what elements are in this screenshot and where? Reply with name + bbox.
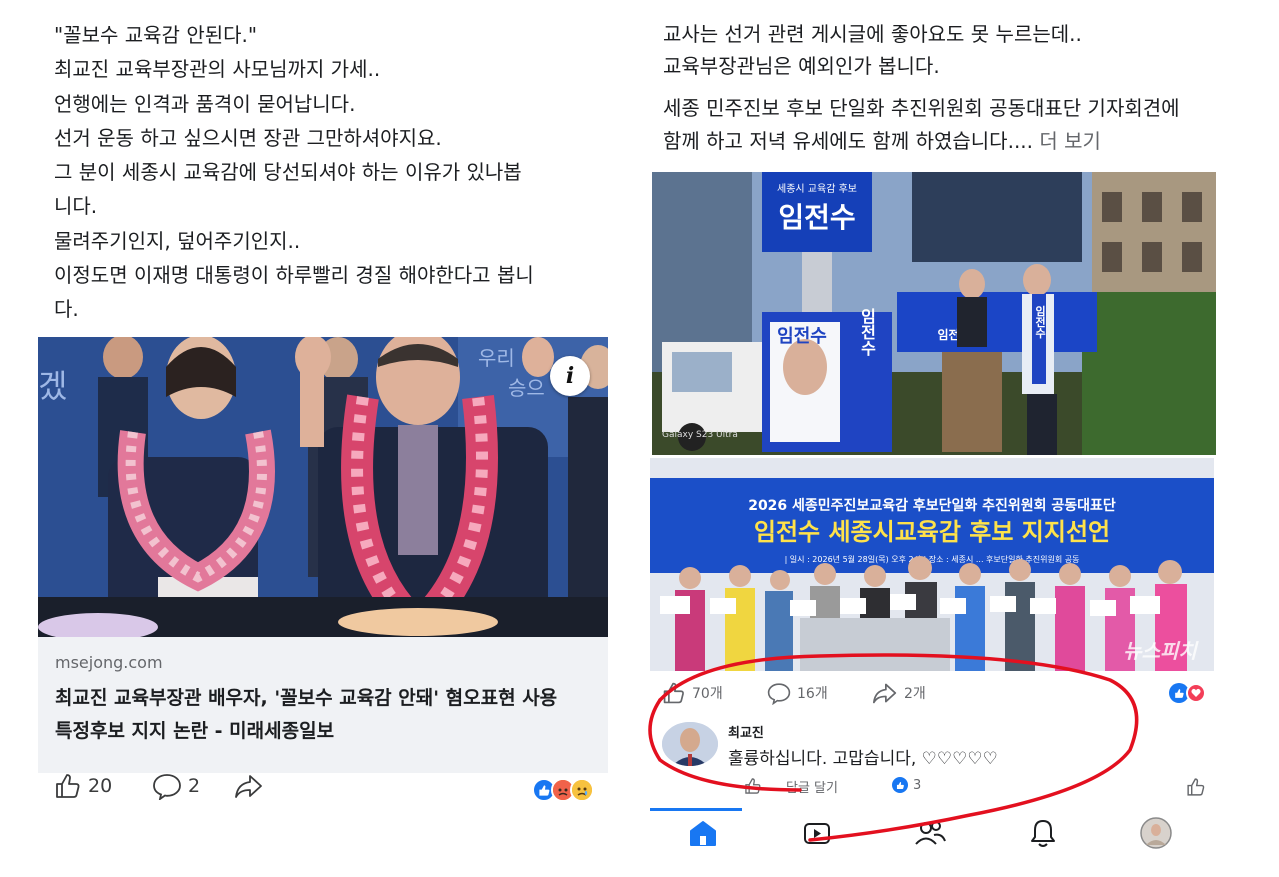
link-preview-photo[interactable]: 우리 어 겠 승으 i [38, 337, 608, 637]
shared-post-text: 세종 민주진보 후보 단일화 추진위원회 공동대표단 기자회견에 함께 하고 저… [663, 92, 1180, 158]
post-text-line: 함께 하고 저녁 유세에도 함께 하였습니다.... 더 보기 [663, 125, 1180, 158]
share-button[interactable]: 2개 [872, 681, 926, 705]
love-icon [1186, 683, 1206, 703]
post-text-line: 물려주기인지, 덮어주기인지.. [54, 228, 301, 253]
reaction-count: 3 [913, 777, 922, 793]
comment-reaction-count[interactable]: 3 [892, 777, 921, 793]
comment-text: 훌륭하십니다. 고맙습니다, ♡♡♡♡♡ [728, 749, 998, 769]
friends-icon[interactable] [910, 816, 950, 850]
post-text-line: 교육부장관님은 예외인가 봅니다. [663, 54, 940, 78]
post-text-line: 선거 운동 하고 싶으시면 장관 그만하셔야지요. [54, 125, 442, 150]
sign-text: 승으 [508, 376, 545, 400]
post-text: 교사는 선거 관련 게시글에 좋아요도 못 누르는데.. 교육부장관님은 예외인… [663, 18, 1082, 82]
bell-icon[interactable] [1023, 816, 1063, 850]
sign-text: 겠 [38, 367, 67, 405]
link-title-line: 최교진 교육부장관 배우자, '꼴보수 교육감 안돼' 혐오표현 사용 [55, 687, 558, 709]
bottom-nav [650, 808, 1214, 858]
press-conference-photo[interactable]: 2026 세종민주진보교육감 후보단일화 추진위원회 공동대표단 임전수 세종시… [650, 458, 1214, 671]
comment-meta: 답글 달기 3 [662, 775, 1210, 801]
truck-name: 임전수 [777, 326, 827, 347]
celebration-photo: 우리 어 겠 승으 [38, 337, 608, 637]
comment-button[interactable]: 2 [152, 772, 200, 800]
like-count: 70개 [692, 686, 723, 702]
like-icon [892, 777, 908, 793]
left-post: "꼴보수 교육감 안된다." 최교진 교육부장관의 사모님까지 가세.. 언행에… [38, 18, 608, 773]
profile-avatar[interactable] [1136, 816, 1176, 850]
comment-count: 16개 [797, 686, 828, 702]
share-button[interactable] [234, 772, 264, 800]
post-text-line: 언행에는 인격과 품격이 묻어납니다. [54, 91, 356, 116]
reaction-summary[interactable] [532, 778, 594, 802]
link-title[interactable]: 최교진 교육부장관 배우자, '꼴보수 교육감 안돼' 혐오표현 사용 특정후보… [55, 682, 600, 748]
post-text-line: 교사는 선거 관련 게시글에 좋아요도 못 누르는데.. [663, 22, 1082, 46]
reply-button[interactable]: 답글 달기 [786, 777, 838, 796]
link-domain: msejong.com [55, 653, 163, 672]
comment-count: 2 [188, 775, 201, 797]
sign-caption: 세종시 교육감 후보 [777, 183, 857, 195]
sign-name: 임전수 [778, 201, 855, 234]
comment: 최교진 훌륭하십니다. 고맙습니다, ♡♡♡♡♡ [662, 720, 1202, 780]
commenter-avatar[interactable] [662, 722, 718, 766]
comment-like-button[interactable] [744, 777, 762, 795]
sad-icon [570, 778, 594, 802]
home-icon[interactable] [683, 816, 723, 850]
see-more-link[interactable]: 더 보기 [1039, 129, 1101, 153]
comment-button[interactable]: 16개 [767, 681, 828, 705]
press-conference-image: 2026 세종민주진보교육감 후보단일화 추진위원회 공동대표단 임전수 세종시… [650, 458, 1214, 671]
post-text-line: 니다. [54, 194, 98, 219]
info-icon[interactable]: i [550, 356, 590, 396]
campaign-photo[interactable]: 세종시 교육감 후보 임전수 임전수 임전수 임전수 임전수 Galaxy S2… [652, 172, 1216, 455]
photo-watermark: Galaxy S23 Ultra [662, 430, 738, 440]
photo-watermark: 뉴스피치 [1123, 639, 1199, 663]
right-post: 교사는 선거 관련 게시글에 좋아요도 못 누르는데.. 교육부장관님은 예외인… [650, 18, 1218, 868]
video-icon[interactable] [797, 816, 837, 850]
thumbs-up-icon [1187, 778, 1205, 796]
post-text-line: 세종 민주진보 후보 단일화 추진위원회 공동대표단 기자회견에 [663, 96, 1180, 120]
share-icon [872, 683, 897, 704]
post-text-line: 그 분이 세종시 교육감에 당선되셔야 하는 이유가 있나봅 [54, 160, 522, 185]
post-text-line: "꼴보수 교육감 안된다." [54, 23, 258, 47]
link-title-line: 특정후보 지지 논란 - 미래세종일보 [55, 720, 335, 742]
post-text-line: 최교진 교육부장관의 사모님까지 가세.. [54, 57, 381, 82]
thumbs-up-icon [745, 778, 761, 794]
link-preview-card[interactable]: 우리 어 겠 승으 i msejong.com 최교진 교육부장관 배우자, '… [38, 337, 608, 773]
banner-line2: 임전수 세종시교육감 후보 지지선언 [754, 518, 1110, 546]
active-tab-indicator [650, 808, 742, 811]
post-text: "꼴보수 교육감 안된다." 최교진 교육부장관의 사모님까지 가세.. 언행에… [38, 18, 608, 327]
comment-icon [153, 774, 181, 800]
banner-line1: 2026 세종민주진보교육감 후보단일화 추진위원회 공동대표단 [748, 497, 1116, 514]
like-button[interactable]: 70개 [662, 681, 723, 705]
left-post-actions: 20 2 [54, 772, 594, 806]
sash-text: 임전수 [1034, 305, 1047, 339]
comment-like-button-right[interactable] [1186, 777, 1206, 797]
post-text-line: 이정도면 이재명 대통령이 하루빨리 경질 해야한다고 봅니 [54, 263, 534, 288]
like-count: 20 [88, 775, 113, 797]
reaction-summary[interactable] [1169, 683, 1206, 703]
banner-details: | 일시 : 2026년 5월 28일(목) 오후 2시 | 장소 : 세종시 … [785, 554, 1080, 564]
thumbs-up-icon [663, 682, 684, 704]
truck-vertical-name: 임전수 [858, 308, 877, 357]
right-post-actions: 70개 16개 2개 [662, 681, 1210, 711]
share-icon [235, 775, 262, 798]
street-campaign-photo: 세종시 교육감 후보 임전수 임전수 임전수 임전수 임전수 Galaxy S2… [652, 172, 1216, 455]
like-button[interactable]: 20 [54, 772, 112, 800]
comment-icon [767, 683, 791, 705]
commenter-name[interactable]: 최교진 [728, 722, 764, 741]
post-text-fragment: 함께 하고 저녁 유세에도 함께 하였습니다.... [663, 129, 1034, 153]
share-count: 2개 [904, 686, 926, 702]
thumbs-up-icon [56, 774, 80, 798]
post-text-line: 다. [54, 297, 79, 322]
